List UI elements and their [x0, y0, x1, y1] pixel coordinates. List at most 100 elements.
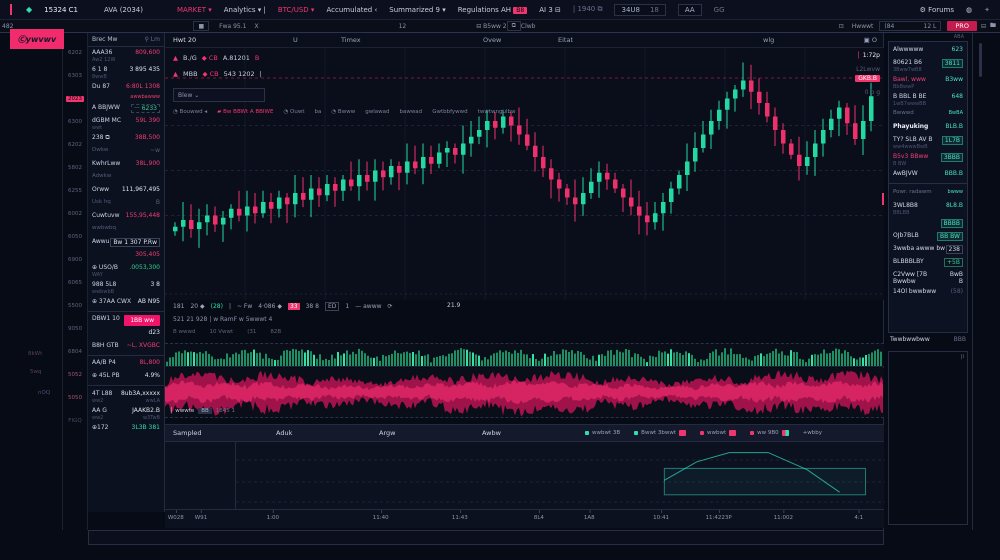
- legend-item[interactable]: Bwwt 3bwwt: [634, 430, 686, 436]
- watchlist-row[interactable]: Dwkw ~w: [88, 145, 164, 158]
- watchlist-filter-icon[interactable]: ⚲ Lm: [145, 36, 161, 43]
- ladder-cell[interactable]: FIGQ: [63, 409, 87, 432]
- watchlist-row[interactable]: ⊕ 37AA CWX AB N95: [88, 296, 164, 309]
- ladder-cell[interactable]: 6065: [63, 271, 87, 294]
- ladder-cell[interactable]: 6900: [63, 248, 87, 271]
- copy-icon[interactable]: ⧉: [507, 21, 521, 31]
- watchlist-row[interactable]: Usk hq B: [88, 197, 164, 210]
- watchlist-row[interactable]: AA G ww2 JAAKB2.B w3TwB: [88, 405, 164, 422]
- bottom-tab[interactable]: Sampled: [173, 429, 276, 437]
- watchlist-row[interactable]: ⊕ USO/B WAY .0053,300: [88, 262, 164, 279]
- tool-x[interactable]: X: [254, 23, 258, 30]
- watchlist-row[interactable]: 238 ⧉ 38B,500: [88, 132, 164, 145]
- watchlist-row[interactable]: Orww 111,967,495: [88, 184, 164, 197]
- status-tab[interactable]: 10 Vwwt: [210, 329, 234, 335]
- legend-item[interactable]: wwbwt 3B: [585, 430, 620, 436]
- bottom-tab[interactable]: Argw: [379, 429, 482, 437]
- oscillator-chip[interactable]: BB: [198, 408, 212, 414]
- interval-select[interactable]: Blew ⌄: [173, 88, 265, 102]
- watchlist-row[interactable]: KwhrLww 38L,900: [88, 158, 164, 171]
- ladder-cell[interactable]: 6303: [63, 64, 87, 87]
- order-row[interactable]: 3wwba awww bw 238: [889, 243, 967, 256]
- grid-icon[interactable]: ⊡: [839, 23, 844, 30]
- watchlist-row[interactable]: Du 87 6:80L 1308: [88, 81, 164, 94]
- order-row[interactable]: [889, 183, 967, 185]
- indicator-button[interactable]: ▰ Bw BBWt A BBIWE: [217, 109, 273, 115]
- bottom-plot[interactable]: [235, 442, 884, 509]
- order-row[interactable]: Powr. radawm bwww: [889, 187, 967, 200]
- ladder-cell[interactable]: 6202: [63, 41, 87, 64]
- watchlist-row[interactable]: d23: [88, 327, 164, 340]
- chart-tab[interactable]: Timex: [341, 36, 361, 44]
- legend-item[interactable]: +wbby: [803, 430, 822, 436]
- watchlist-row[interactable]: 988 5L8 wwbwbB 3 8: [88, 279, 164, 296]
- status-tab[interactable]: (31: [247, 329, 256, 335]
- chart-header-icons[interactable]: ▣ O: [864, 36, 877, 44]
- order-row[interactable]: Alwwwww 623: [889, 44, 967, 57]
- chart-tab[interactable]: wlg: [763, 36, 774, 44]
- menu-analytics[interactable]: Analytics ▾ |: [224, 6, 266, 14]
- watchlist-row[interactable]: AAA36 Aw2 12W 809,600: [88, 47, 164, 64]
- chart-tab[interactable]: U: [293, 36, 298, 44]
- order-row[interactable]: B BBL B BE 1wB7wwwBB 648: [889, 91, 967, 108]
- order-row[interactable]: OJb7BLB BB BW: [889, 230, 967, 243]
- watchlist-row[interactable]: ⊕ 45L PB 4.9%: [88, 370, 164, 383]
- aa-button[interactable]: AA: [678, 4, 702, 16]
- indicator-button[interactable]: ◔ Bwww: [331, 109, 355, 115]
- legend-item[interactable]: wwbwt: [700, 430, 736, 436]
- order-row[interactable]: TY? SLB AV B ww4wwwBwB 1L7B: [889, 134, 967, 151]
- chart-tab[interactable]: Eitat: [558, 36, 573, 44]
- chart-tab[interactable]: Ovew: [483, 36, 501, 44]
- star-icon[interactable]: ✦: [984, 6, 990, 14]
- ladder-cell[interactable]: 6050: [63, 225, 87, 248]
- indicator-button[interactable]: gwlawad: [365, 109, 389, 115]
- indicator-button[interactable]: bawwad: [399, 109, 422, 115]
- watchlist-row[interactable]: 6 1 8 8wwB 3 895 435: [88, 64, 164, 81]
- watchlist-row[interactable]: awwbawww: [88, 94, 164, 102]
- watchlist-row[interactable]: dGBM MC wwt 59L 390: [88, 115, 164, 132]
- ladder-cell[interactable]: 5052: [63, 363, 87, 386]
- candlestick-chart[interactable]: ▲B./G◆ CBA.81201B ▲MBB◆ CB543 1202| Blew…: [165, 48, 884, 300]
- scrollbar-thumb[interactable]: [979, 43, 982, 77]
- status-tab[interactable]: B wwwd: [173, 329, 196, 335]
- order-row[interactable]: 3WL8B8 BBLBB 8L8.B: [889, 200, 967, 217]
- menu-ai[interactable]: AI 3 ⊟: [539, 6, 561, 14]
- order-row[interactable]: Phayuking BLB.B: [889, 121, 967, 134]
- watchlist-row[interactable]: Cuwtuvw 155,95,448: [88, 210, 164, 223]
- order-row[interactable]: B5v3 BBww B BW 3BBB: [889, 151, 967, 168]
- tool-square-button[interactable]: ■: [193, 21, 209, 31]
- order-row[interactable]: 80621 B6 3Bww7wB8 3811: [889, 57, 967, 74]
- order-row[interactable]: BBBB: [889, 217, 967, 230]
- indicator-button[interactable]: ◔ Ouwt: [283, 109, 304, 115]
- ladder-cell[interactable]: 6804: [63, 340, 87, 363]
- indicator-button[interactable]: ◔ Bouwwd ◂: [173, 109, 207, 115]
- legend-item[interactable]: ww 9B0: [750, 430, 789, 436]
- menu-pair[interactable]: BTC/USD ▾: [278, 6, 315, 14]
- ladder-cell[interactable]: 5050: [63, 386, 87, 409]
- order-row[interactable]: Bwwwd BwBA: [889, 108, 967, 121]
- pro-button[interactable]: PRO: [947, 21, 977, 31]
- menu-market[interactable]: MARKET ▾: [177, 6, 212, 14]
- watchlist-row[interactable]: 305,405: [88, 249, 164, 262]
- status-tab[interactable]: 82B: [270, 329, 281, 335]
- watchlist-row[interactable]: DBW1 10 1BB ww: [88, 313, 164, 327]
- ladder-cell[interactable]: 6255: [63, 179, 87, 202]
- bottom-tab[interactable]: Aduk: [276, 429, 379, 437]
- ladder-cell[interactable]: 6300: [63, 110, 87, 133]
- watchlist-row[interactable]: A BBJWW ··· 6233: [88, 102, 164, 115]
- order-row[interactable]: Bawl. www BbBwwP B3ww: [889, 74, 967, 91]
- watchlist-row[interactable]: Adwkw: [88, 171, 164, 184]
- ladder-cell[interactable]: 6202: [63, 133, 87, 156]
- watchlist-row[interactable]: wwbwbq: [88, 223, 164, 236]
- watchlist-row[interactable]: ⊕172 3L3B 381: [88, 422, 164, 435]
- collapse-icon[interactable]: ⊟: [981, 23, 986, 30]
- pair-field[interactable]: (84 12 L: [879, 21, 941, 31]
- indicator-button[interactable]: Gwtbbfywwd: [432, 109, 467, 115]
- ladder-cell[interactable]: 9050: [63, 317, 87, 340]
- ladder-cell[interactable]: 5802: [63, 156, 87, 179]
- brand-banner[interactable]: Ⓒywvwv: [10, 29, 64, 49]
- bottom-tab[interactable]: Awbw: [482, 429, 585, 437]
- ladder-cell[interactable]: 6002: [63, 202, 87, 225]
- menu-accumulated[interactable]: Accumulated ‹: [326, 6, 377, 14]
- order-row[interactable]: 14Ol bwwbww (58): [889, 286, 967, 299]
